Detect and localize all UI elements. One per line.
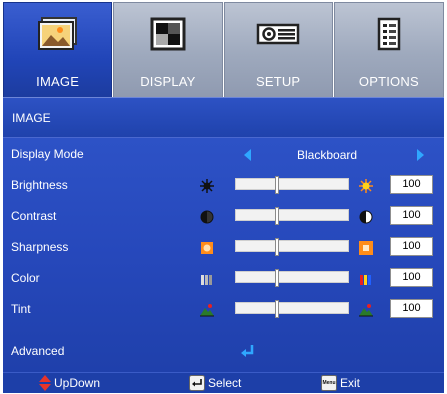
section-title: IMAGE xyxy=(12,111,51,125)
sharpness-slider[interactable] xyxy=(235,238,349,256)
tab-setup[interactable]: SETUP xyxy=(223,2,333,97)
options-icon xyxy=(374,17,404,56)
advanced-label: Advanced xyxy=(11,344,65,358)
sharpness-label: Sharpness xyxy=(11,240,69,254)
color-row[interactable]: Color 100 xyxy=(3,265,444,293)
slider-thumb[interactable] xyxy=(275,269,279,287)
display-mode-row[interactable]: Display Mode Blackboard xyxy=(3,141,444,169)
tint-high-icon xyxy=(358,302,374,318)
contrast-label: Contrast xyxy=(11,209,57,223)
display-icon xyxy=(150,17,186,56)
section-header: IMAGE xyxy=(3,97,444,137)
brightness-low-icon xyxy=(199,178,215,194)
tab-display[interactable]: DISPLAY xyxy=(113,2,223,97)
contrast-slider[interactable] xyxy=(235,207,349,225)
updown-arrow-icon xyxy=(39,375,51,394)
advanced-row[interactable]: Advanced xyxy=(3,338,444,366)
slider-thumb[interactable] xyxy=(275,238,279,256)
contrast-value: 100 xyxy=(390,206,433,225)
brightness-row[interactable]: Brightness 100 xyxy=(3,172,444,200)
tab-label: IMAGE xyxy=(36,74,80,89)
tint-low-icon xyxy=(199,302,215,318)
enter-icon[interactable] xyxy=(239,343,255,364)
arrow-right-icon[interactable] xyxy=(417,149,424,161)
brightness-high-icon xyxy=(358,178,374,194)
tab-label: OPTIONS xyxy=(358,74,419,89)
footer-updown-text: UpDown xyxy=(54,376,101,390)
sharpness-row[interactable]: Sharpness 100 xyxy=(3,234,444,262)
display-mode-label: Display Mode xyxy=(11,147,84,161)
color-label: Color xyxy=(11,271,40,285)
slider-thumb[interactable] xyxy=(275,207,279,225)
color-low-icon xyxy=(199,271,215,287)
contrast-row[interactable]: Contrast 100 xyxy=(3,203,444,231)
brightness-slider[interactable] xyxy=(235,176,349,194)
arrow-left-icon[interactable] xyxy=(244,149,251,161)
footer-hints: UpDown Select Menu Exit xyxy=(3,372,444,393)
tab-image[interactable]: IMAGE xyxy=(3,2,113,97)
tint-label: Tint xyxy=(11,302,31,316)
color-high-icon xyxy=(358,271,374,287)
menu-key-text: Menu xyxy=(322,380,336,386)
footer-select-text: Select xyxy=(208,376,242,390)
tint-value: 100 xyxy=(390,299,433,318)
sharpness-high-icon xyxy=(358,240,374,256)
contrast-low-icon xyxy=(199,209,215,225)
slider-thumb[interactable] xyxy=(275,300,279,318)
brightness-label: Brightness xyxy=(11,178,68,192)
tint-row[interactable]: Tint 100 xyxy=(3,296,444,324)
tab-label: DISPLAY xyxy=(140,74,196,89)
tab-options[interactable]: OPTIONS xyxy=(333,2,444,97)
slider-thumb[interactable] xyxy=(275,176,279,194)
menu-key-icon: Menu xyxy=(321,375,337,391)
enter-key-icon xyxy=(189,375,205,394)
color-slider[interactable] xyxy=(235,269,349,287)
tab-label: SETUP xyxy=(255,74,301,89)
menu-tabs: IMAGE DISPLAY SETUP OPTIONS xyxy=(3,2,444,97)
footer-exit-text: Exit xyxy=(340,376,361,390)
display-mode-value: Blackboard xyxy=(297,148,358,162)
sharpness-value: 100 xyxy=(390,237,433,256)
image-icon xyxy=(37,17,78,56)
osd-menu: IMAGE DISPLAY SETUP OPTIONS IMAGE Displa… xyxy=(0,0,447,394)
color-value: 100 xyxy=(390,268,433,287)
tint-slider[interactable] xyxy=(235,300,349,318)
contrast-high-icon xyxy=(358,209,374,225)
image-settings-panel: Display Mode Blackboard Brightness 100 C… xyxy=(3,137,444,373)
projector-icon xyxy=(256,17,300,56)
sharpness-low-icon xyxy=(199,240,215,256)
brightness-value: 100 xyxy=(390,175,433,194)
